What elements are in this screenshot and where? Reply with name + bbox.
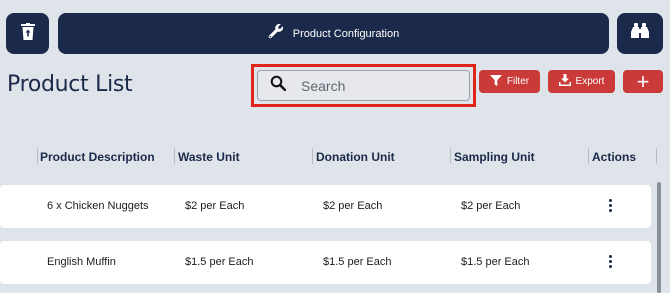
plus-icon: + — [636, 68, 650, 94]
export-label: Export — [575, 76, 605, 87]
product-configuration-label: Product Configuration — [292, 27, 400, 40]
cell-sampling-unit: $1.5 per Each — [461, 256, 530, 268]
column-header-sampling-unit[interactable]: Sampling Unit — [454, 150, 535, 164]
add-product-button[interactable]: + — [623, 68, 663, 94]
column-separator — [450, 148, 451, 164]
column-header-product-description[interactable]: Product Description — [40, 150, 155, 164]
more-vertical-icon[interactable] — [608, 199, 612, 212]
product-configuration-button[interactable]: Product Configuration — [58, 13, 609, 54]
cell-donation-unit: $1.5 per Each — [323, 256, 392, 268]
cell-product-description: 6 x Chicken Nuggets — [47, 200, 149, 212]
search-box[interactable] — [257, 70, 470, 101]
search-input[interactable] — [301, 77, 451, 94]
filter-icon — [489, 74, 502, 89]
binoculars-icon — [630, 23, 650, 44]
filter-label: Filter — [506, 76, 530, 87]
cell-sampling-unit: $2 per Each — [461, 200, 521, 212]
column-separator — [588, 148, 589, 164]
trash-icon — [20, 22, 35, 45]
column-header-waste-unit[interactable]: Waste Unit — [178, 150, 240, 164]
search-icon — [270, 75, 287, 96]
column-separator — [312, 148, 313, 164]
trash-button[interactable] — [6, 13, 49, 54]
cell-donation-unit: $2 per Each — [323, 200, 383, 212]
column-separator — [37, 148, 38, 164]
cell-waste-unit: $2 per Each — [185, 200, 245, 212]
column-separator — [656, 148, 657, 164]
column-header-donation-unit[interactable]: Donation Unit — [316, 150, 395, 164]
table-row[interactable]: English Muffin $1.5 per Each $1.5 per Ea… — [0, 241, 651, 284]
table-row[interactable]: 6 x Chicken Nuggets $2 per Each $2 per E… — [0, 185, 651, 228]
cell-product-description: English Muffin — [47, 256, 116, 268]
cell-waste-unit: $1.5 per Each — [185, 256, 254, 268]
more-vertical-icon[interactable] — [608, 255, 612, 268]
export-button[interactable]: Export — [548, 70, 615, 93]
download-icon — [558, 74, 571, 89]
binoculars-button[interactable] — [617, 13, 663, 54]
column-separator — [174, 148, 175, 164]
column-header-actions: Actions — [592, 150, 637, 164]
filter-button[interactable]: Filter — [479, 70, 540, 93]
wrench-icon — [268, 23, 284, 44]
page-title: Product List — [7, 72, 133, 97]
search-highlight-frame — [251, 64, 476, 107]
vertical-scrollbar[interactable] — [657, 182, 661, 293]
